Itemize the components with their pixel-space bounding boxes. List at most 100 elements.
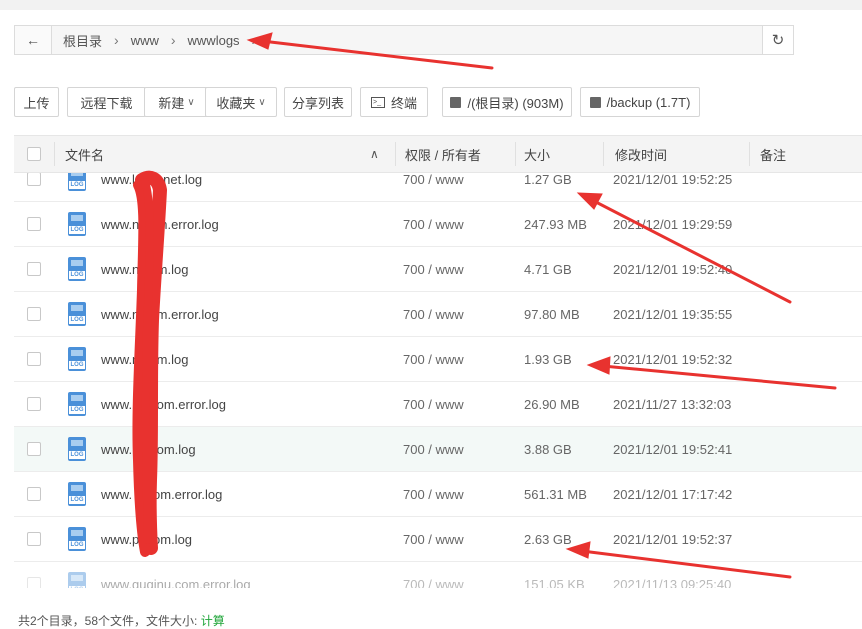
file-permission[interactable]: 700 / www — [403, 382, 464, 426]
table-row[interactable]: LOG www.n com.log 700 / www 4.71 GB 2021… — [14, 247, 862, 292]
file-mtime: 2021/12/01 19:29:59 — [613, 216, 733, 232]
file-permission[interactable]: 700 / www — [403, 337, 464, 381]
select-all-checkbox[interactable] — [27, 147, 41, 161]
header-perm[interactable]: 权限 / 所有者 — [405, 136, 481, 172]
header-perm-label: 权限 / 所有者 — [405, 147, 481, 163]
log-file-icon: LOG — [68, 173, 86, 191]
share-list-label: 分享列表 — [291, 95, 344, 111]
row-checkbox[interactable] — [27, 532, 41, 546]
file-mtime: 2021/12/01 19:52:40 — [613, 261, 733, 277]
disk-root-button[interactable]: /(根目录) (903M) — [442, 87, 572, 117]
status-footer: 共2个目录，58个文件，文件大小: 计算 — [18, 612, 225, 629]
file-name[interactable]: www. 9.com.error.log — [101, 472, 222, 516]
file-permission[interactable]: 700 / www — [403, 292, 464, 336]
favorites-dropdown-button[interactable]: 收藏夹 ∨ — [205, 87, 277, 117]
table-row[interactable]: LOG www. tu.com.log 700 / www 3.88 GB 20… — [14, 427, 862, 472]
share-list-button[interactable]: 分享列表 — [284, 87, 352, 117]
table-row[interactable]: LOG www.n com.log 700 / www 1.93 GB 2021… — [14, 337, 862, 382]
table-row[interactable]: LOG www. tu.com.error.log 700 / www 26.9… — [14, 382, 862, 427]
file-name[interactable]: www.n com.error.log — [101, 202, 219, 246]
terminal-button[interactable]: >_ 终端 — [360, 87, 428, 117]
file-size: 247.93 MB — [524, 216, 587, 232]
column-divider — [603, 142, 604, 166]
file-name[interactable]: www. tu.com.log — [101, 427, 196, 471]
file-permission[interactable]: 700 / www — [403, 202, 464, 246]
back-button[interactable]: ← — [15, 26, 52, 54]
file-permission[interactable]: 700 / www — [403, 173, 464, 201]
row-checkbox[interactable] — [27, 577, 41, 588]
remote-download-button[interactable]: 远程下载 — [67, 87, 146, 117]
file-permission[interactable]: 700 / www — [403, 472, 464, 516]
file-name[interactable]: www.n com.log — [101, 337, 188, 381]
log-file-icon: LOG — [68, 437, 86, 461]
disk-backup-label: /backup (1.7T) — [606, 94, 691, 110]
row-checkbox[interactable] — [27, 217, 41, 231]
row-checkbox[interactable] — [27, 487, 41, 501]
file-name[interactable]: www. tu.com.error.log — [101, 382, 226, 426]
row-checkbox[interactable] — [27, 262, 41, 276]
header-name[interactable]: 文件名 — [65, 136, 104, 172]
path-bar[interactable]: ← 根目录 › www › wwwlogs › ↻ — [14, 25, 794, 55]
new-dropdown-button[interactable]: 新建 ∨ — [144, 87, 209, 117]
chevron-right-icon: › — [114, 32, 119, 48]
disk-root-label: /(根目录) (903M) — [467, 95, 564, 111]
file-mtime: 2021/12/01 19:35:55 — [613, 306, 733, 322]
column-divider — [515, 142, 516, 166]
table-row[interactable]: LOG www.n com.error.log 700 / www 247.93… — [14, 202, 862, 247]
chevron-up-icon[interactable]: ∧ — [370, 136, 379, 172]
terminal-icon: >_ — [370, 96, 385, 108]
log-file-icon: LOG — [68, 257, 86, 281]
log-file-icon: LOG — [68, 527, 86, 551]
select-all-checkbox-cell[interactable] — [27, 136, 41, 172]
table-row[interactable]: LOG www.n com.error.log 700 / www 97.80 … — [14, 292, 862, 337]
table-row[interactable]: LOG www.l chu.net.log 700 / www 1.27 GB … — [14, 173, 862, 202]
file-size: 97.80 MB — [524, 306, 580, 322]
terminal-label: 终端 — [390, 95, 417, 111]
remote-download-label: 远程下载 — [80, 95, 133, 111]
file-size: 2.63 GB — [524, 531, 572, 547]
calculate-size-link[interactable]: 计算 — [201, 614, 225, 628]
row-checkbox[interactable] — [27, 397, 41, 411]
chevron-right-icon: › — [251, 32, 257, 48]
log-file-icon: LOG — [68, 302, 86, 326]
file-permission[interactable]: 700 / www — [403, 427, 464, 471]
disk-icon — [589, 96, 601, 108]
breadcrumb-item-root[interactable]: 根目录 — [59, 31, 106, 50]
file-mtime: 2021/12/01 19:52:37 — [613, 531, 733, 547]
row-checkbox[interactable] — [27, 173, 41, 186]
file-size: 561.31 MB — [524, 486, 587, 502]
file-table-body: LOG www.l chu.net.log 700 / www 1.27 GB … — [14, 173, 862, 588]
file-name[interactable]: www.guqinu.com.error.log — [101, 562, 251, 589]
row-checkbox[interactable] — [27, 352, 41, 366]
header-note-label: 备注 — [760, 147, 787, 163]
header-size[interactable]: 大小 — [524, 136, 550, 172]
chevron-down-icon: ∨ — [187, 96, 195, 108]
file-permission[interactable]: 700 / www — [403, 562, 464, 589]
favorites-label: 收藏夹 — [216, 95, 256, 111]
header-name-label: 文件名 — [65, 147, 105, 163]
arrow-left-icon: ← — [26, 32, 40, 48]
log-file-icon: LOG — [68, 392, 86, 416]
table-row[interactable]: LOG www.p .com.log 700 / www 2.63 GB 202… — [14, 517, 862, 562]
new-label: 新建 — [158, 95, 185, 111]
disk-backup-button[interactable]: /backup (1.7T) — [580, 87, 700, 117]
refresh-button[interactable]: ↻ — [762, 26, 793, 54]
breadcrumb-item-wwwlogs[interactable]: wwwlogs — [184, 33, 244, 48]
file-name[interactable]: www.n com.log — [101, 247, 188, 291]
row-checkbox[interactable] — [27, 442, 41, 456]
file-name[interactable]: www.n com.error.log — [101, 292, 219, 336]
upload-button[interactable]: 上传 — [14, 87, 59, 117]
top-strip — [0, 0, 862, 10]
file-permission[interactable]: 700 / www — [403, 517, 464, 561]
breadcrumb-item-www[interactable]: www — [127, 33, 163, 48]
header-mtime[interactable]: 修改时间 — [615, 136, 667, 172]
table-row[interactable]: LOG www.guqinu.com.error.log 700 / www 1… — [14, 562, 862, 588]
row-checkbox[interactable] — [27, 307, 41, 321]
upload-label: 上传 — [23, 95, 50, 111]
disk-icon — [450, 96, 462, 108]
table-row[interactable]: LOG www. 9.com.error.log 700 / www 561.3… — [14, 472, 862, 517]
file-name[interactable]: www.p .com.log — [101, 517, 192, 561]
log-file-icon: LOG — [68, 212, 86, 236]
file-permission[interactable]: 700 / www — [403, 247, 464, 291]
file-name[interactable]: www.l chu.net.log — [101, 173, 202, 201]
